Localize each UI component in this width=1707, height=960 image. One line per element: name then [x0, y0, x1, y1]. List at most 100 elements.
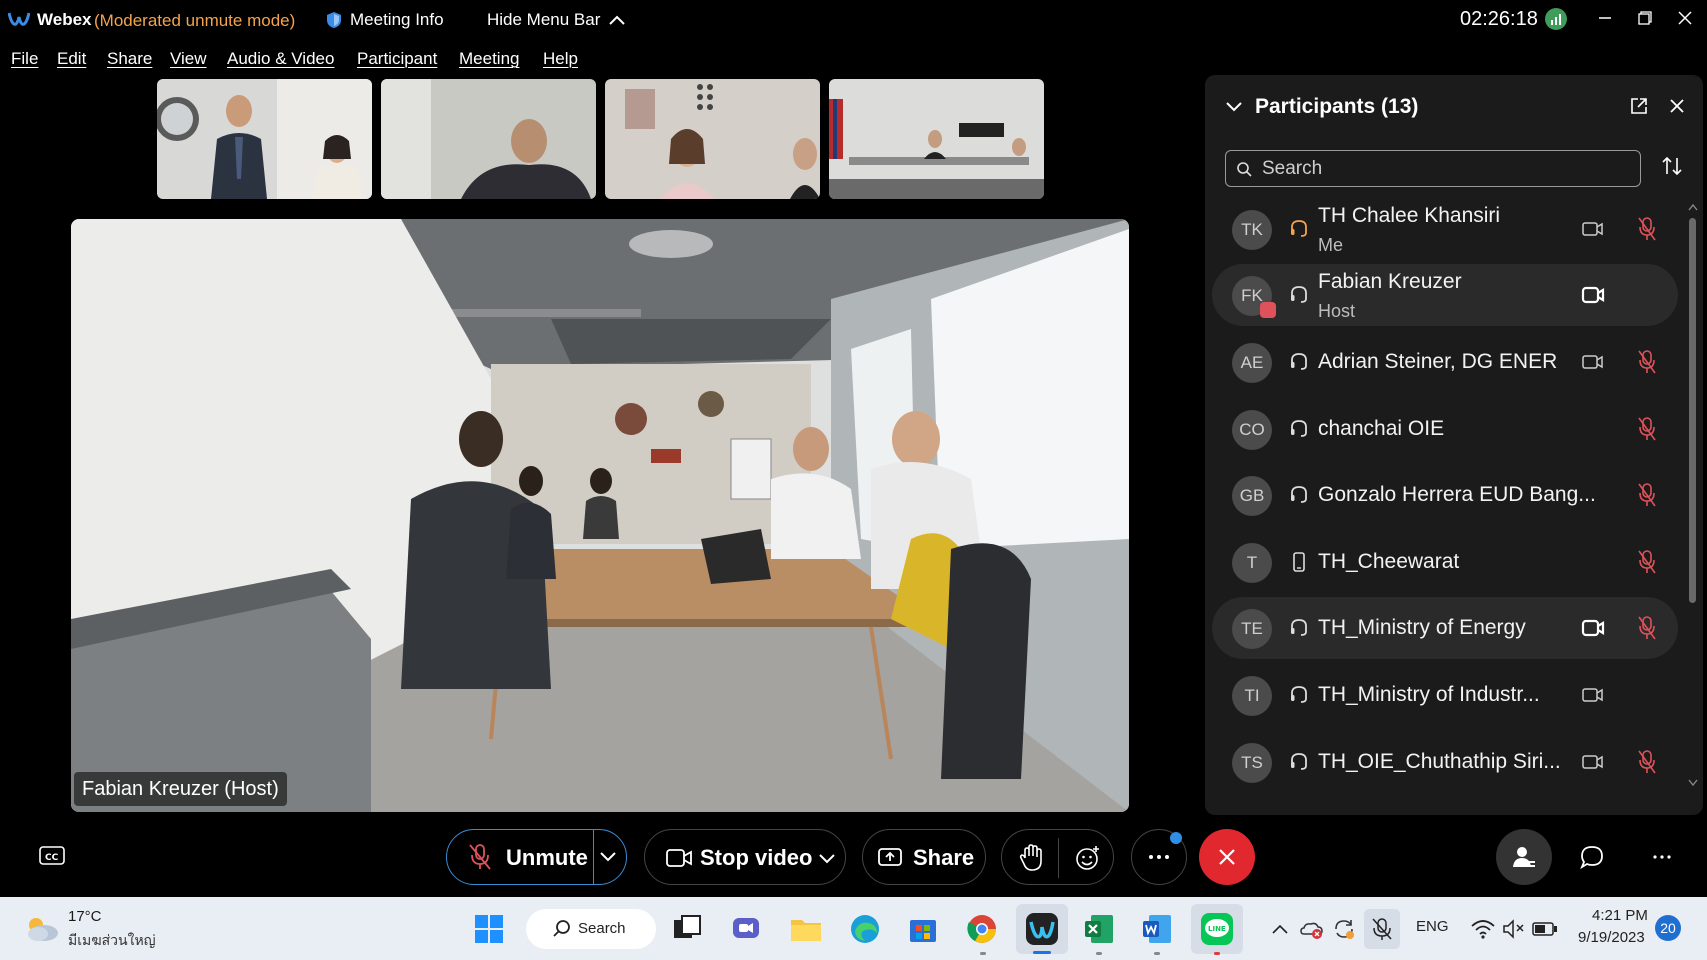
audio-options-dropdown[interactable] — [596, 847, 620, 870]
reactions-divider — [1058, 838, 1059, 878]
popout-panel-button[interactable] — [1630, 97, 1648, 120]
participant-name: Fabian Kreuzer — [1318, 270, 1462, 293]
line-app-icon[interactable]: LINE — [1200, 912, 1234, 946]
microphone-muted-icon[interactable] — [1371, 917, 1393, 941]
microphone-muted-icon[interactable] — [1636, 749, 1658, 775]
unmute-label: Unmute — [506, 845, 588, 870]
menu-help[interactable]: Help — [543, 49, 578, 69]
microphone-muted-icon[interactable] — [1636, 416, 1658, 442]
chevron-down-icon[interactable] — [815, 849, 839, 867]
menu-participant[interactable]: Participant — [357, 49, 437, 69]
close-panel-button[interactable] — [1668, 97, 1686, 120]
computer-audio-icon — [1291, 686, 1307, 703]
weather-temperature[interactable]: 17°C — [68, 908, 102, 925]
participant-search-input[interactable]: Search — [1225, 150, 1641, 187]
video-thumbnail[interactable] — [157, 79, 372, 199]
microphone-muted-icon[interactable] — [1636, 349, 1658, 375]
video-on-icon[interactable] — [1581, 284, 1605, 306]
participant-row[interactable]: FK Fabian Kreuzer Host — [1212, 264, 1678, 326]
participant-row[interactable]: T TH_Cheewarat — [1212, 531, 1678, 593]
taskbar-search-box[interactable]: Search — [526, 909, 656, 949]
excel-app-icon[interactable] — [1083, 913, 1115, 945]
participant-name: TH_Ministry of Energy — [1318, 616, 1526, 639]
chevron-up-icon — [609, 15, 626, 25]
meeting-info-button[interactable]: Meeting Info — [326, 10, 444, 30]
connection-quality-icon[interactable] — [1545, 8, 1567, 30]
teams-chat-icon[interactable] — [731, 914, 763, 944]
menu-meeting[interactable]: Meeting — [459, 49, 519, 69]
minimize-button[interactable] — [1590, 4, 1620, 32]
wifi-icon[interactable] — [1470, 918, 1496, 940]
end-meeting-button[interactable] — [1199, 829, 1255, 885]
menu-audio-video[interactable]: Audio & Video — [227, 49, 334, 69]
participant-row[interactable]: TI TH_Ministry of Industr... — [1212, 664, 1678, 726]
participant-row[interactable]: TK TH Chalee Khansiri Me — [1212, 198, 1678, 260]
emoji-reactions-icon[interactable] — [1074, 844, 1102, 872]
taskbar-date[interactable]: 9/19/2023 — [1578, 929, 1645, 946]
menu-share[interactable]: Share — [107, 49, 152, 69]
task-view-icon[interactable] — [672, 914, 702, 944]
volume-muted-icon[interactable] — [1502, 918, 1526, 940]
video-camera-icon[interactable] — [1581, 684, 1605, 706]
avatar: TE — [1232, 609, 1272, 649]
participant-row[interactable]: TS TH_OIE_Chuthathip Siri... — [1212, 731, 1678, 793]
restore-button[interactable] — [1630, 4, 1660, 32]
participant-row[interactable]: CO chanchai OIE — [1212, 398, 1678, 460]
sort-participants-button[interactable] — [1661, 156, 1683, 181]
video-camera-icon[interactable] — [1581, 218, 1605, 240]
video-camera-icon — [666, 849, 692, 867]
main-video-stage[interactable] — [71, 219, 1129, 812]
notification-count-badge[interactable]: 20 — [1655, 915, 1681, 941]
share-label: Share — [913, 845, 975, 870]
video-camera-icon[interactable] — [1581, 351, 1605, 373]
webex-logo-icon — [8, 12, 30, 26]
participants-header[interactable]: Participants (13) — [1225, 95, 1418, 119]
close-window-button[interactable] — [1670, 4, 1700, 32]
stop-video-label: Stop video — [700, 845, 813, 870]
microphone-muted-icon — [469, 844, 491, 870]
video-camera-icon[interactable] — [1581, 751, 1605, 773]
word-app-icon[interactable] — [1141, 913, 1173, 945]
raise-hand-icon[interactable] — [1018, 844, 1044, 872]
search-placeholder: Search — [1262, 157, 1323, 179]
webex-app-icon[interactable] — [1025, 912, 1059, 946]
chrome-browser-icon[interactable] — [966, 913, 998, 945]
participant-row[interactable]: TE TH_Ministry of Energy — [1212, 597, 1678, 659]
more-panels-button[interactable] — [1634, 829, 1690, 885]
video-thumbnail[interactable] — [829, 79, 1044, 199]
hide-menu-bar-button[interactable]: Hide Menu Bar — [487, 10, 626, 30]
microphone-muted-icon[interactable] — [1636, 216, 1658, 242]
weather-description[interactable]: มีเมฆส่วนใหญ่ — [68, 930, 156, 952]
microphone-muted-icon[interactable] — [1636, 615, 1658, 641]
file-explorer-icon[interactable] — [789, 914, 823, 944]
chevron-up-icon[interactable] — [1271, 923, 1289, 935]
scroll-thumb[interactable] — [1689, 218, 1696, 603]
stop-video-button[interactable]: Stop video — [644, 829, 846, 885]
video-on-icon[interactable] — [1581, 617, 1605, 639]
menu-view[interactable]: View — [170, 49, 207, 69]
windows-start-icon[interactable] — [474, 914, 504, 944]
participants-toggle-button[interactable] — [1496, 829, 1552, 885]
microsoft-store-icon[interactable] — [908, 914, 938, 944]
menu-edit[interactable]: Edit — [57, 49, 86, 69]
reactions-group — [1001, 829, 1114, 885]
weather-cloudy-icon[interactable] — [24, 913, 60, 943]
edge-browser-icon[interactable] — [849, 913, 881, 945]
chat-button[interactable] — [1564, 829, 1620, 885]
closed-captions-button[interactable]: CC — [38, 845, 66, 872]
participant-row[interactable]: GB Gonzalo Herrera EUD Bang... — [1212, 464, 1678, 526]
microphone-muted-icon[interactable] — [1636, 482, 1658, 508]
sync-icon[interactable] — [1332, 917, 1356, 941]
video-thumbnail[interactable] — [381, 79, 596, 199]
onedrive-error-icon[interactable] — [1300, 918, 1324, 940]
taskbar-time[interactable]: 4:21 PM — [1592, 907, 1648, 924]
sort-icon — [1662, 156, 1682, 176]
share-button[interactable]: Share — [862, 829, 986, 885]
battery-icon[interactable] — [1532, 921, 1558, 937]
menu-file[interactable]: File — [11, 49, 38, 69]
microphone-muted-icon[interactable] — [1636, 549, 1658, 575]
input-language[interactable]: ENG — [1416, 918, 1449, 935]
video-thumbnail[interactable] — [605, 79, 820, 199]
participant-row[interactable]: AE Adrian Steiner, DG ENER — [1212, 331, 1678, 393]
chevron-down-icon[interactable] — [1225, 101, 1243, 113]
